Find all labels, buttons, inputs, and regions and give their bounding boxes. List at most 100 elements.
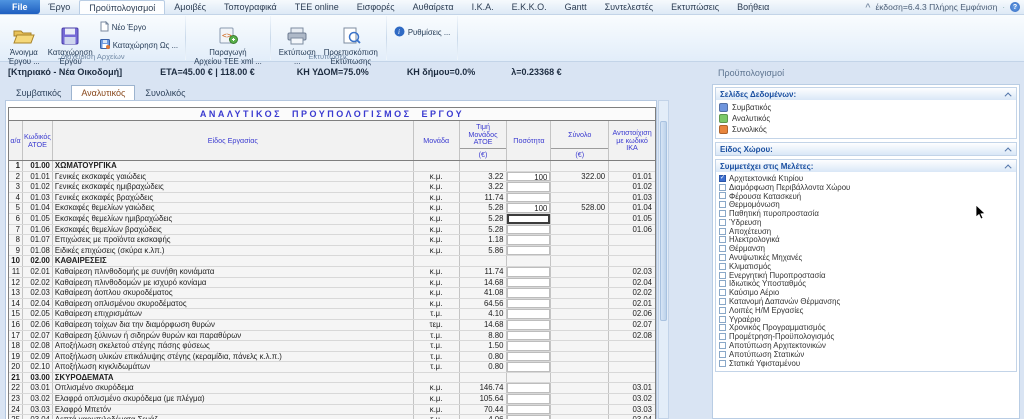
- help-icon[interactable]: ?: [1010, 2, 1020, 12]
- data-pages-header[interactable]: Σελίδες Δεδομένων:: [716, 88, 1016, 100]
- quantity-input[interactable]: [507, 331, 550, 341]
- table-row[interactable]: 11 02.01 Καθαίρεση πλινθοδομής με συνήθη…: [9, 267, 655, 278]
- study-checkbox-item[interactable]: ✓ Αρχιτεκτονικά Κτιρίου: [719, 174, 1013, 183]
- checkbox-icon[interactable]: [719, 254, 726, 261]
- table-row[interactable]: 3 01.02 Γενικές εκσκαφές ημιβραχώδεις κ.…: [9, 182, 655, 193]
- quantity-input[interactable]: [507, 362, 550, 372]
- table-row[interactable]: 20 02.10 Αποξήλωση κιγκλιδωμάτων τ.μ. 0.…: [9, 362, 655, 373]
- study-checkbox-item[interactable]: Υγραέριο: [719, 315, 1013, 324]
- table-row[interactable]: 17 02.07 Καθαίρεση ξύλινων ή σιδηρών θυρ…: [9, 331, 655, 342]
- quantity-input[interactable]: [507, 267, 550, 277]
- checkbox-icon[interactable]: [719, 351, 726, 358]
- table-row[interactable]: 24 03.03 Ελαφρό Μπετόν κ.μ. 70.44 03.03: [9, 405, 655, 416]
- table-row[interactable]: 4 01.03 Γενικές εκσκαφές βραχώδεις κ.μ. …: [9, 193, 655, 204]
- study-checkbox-item[interactable]: Κλιματισμός: [719, 262, 1013, 271]
- study-checkbox-item[interactable]: Χρονικός Προγραμματισμός: [719, 324, 1013, 333]
- study-checkbox-item[interactable]: Θερμομόνωση: [719, 200, 1013, 209]
- table-row[interactable]: 6 01.05 Εκσκαφές θεμελίων ημιβραχώδεις κ…: [9, 214, 655, 225]
- study-checkbox-item[interactable]: Αποτύπωση Στατικών: [719, 350, 1013, 359]
- quantity-input[interactable]: [507, 383, 550, 393]
- table-row[interactable]: 7 01.06 Εκσκαφές θεμελίων βραχώδεις κ.μ.…: [9, 225, 655, 236]
- quantity-input[interactable]: [507, 394, 550, 404]
- study-checkbox-item[interactable]: Στατικά Υφισταμένου: [719, 359, 1013, 368]
- table-row[interactable]: 23 03.02 Ελαφρά οπλισμένο σκυρόδεμα (με …: [9, 394, 655, 405]
- column-header[interactable]: Αντιστοίχιση με κωδικό ΙΚΑ: [609, 121, 655, 160]
- table-row[interactable]: 22 03.01 Οπλισμένο σκυρόδεμα κ.μ. 146.74…: [9, 383, 655, 394]
- save-as-button[interactable]: Καταχώρηση Ως ...: [97, 38, 181, 52]
- table-row[interactable]: 8 01.07 Επιχώσεις με προϊόντα εκσκαφής κ…: [9, 235, 655, 246]
- checkbox-icon[interactable]: [719, 333, 726, 340]
- table-row[interactable]: 16 02.06 Καθαίρεση τοίχων δια την διαμόρ…: [9, 320, 655, 331]
- menu-item-εισφορές[interactable]: Εισφορές: [348, 0, 404, 14]
- column-header[interactable]: α/α: [9, 121, 23, 160]
- collapse-chevron-icon[interactable]: [1005, 147, 1012, 154]
- legend-item[interactable]: Συμβατικός: [719, 102, 1013, 113]
- checkbox-icon[interactable]: [719, 316, 726, 323]
- column-header[interactable]: Κωδικός ΑΤΟΕ: [23, 121, 53, 160]
- new-project-button[interactable]: Νέο Έργο: [97, 20, 181, 35]
- quantity-input[interactable]: [507, 288, 550, 298]
- menu-item-έργο[interactable]: Έργο: [40, 0, 80, 14]
- quantity-input[interactable]: [507, 309, 550, 319]
- quantity-input[interactable]: [507, 320, 550, 330]
- quantity-input[interactable]: [507, 415, 550, 419]
- column-header[interactable]: Είδος Εργασίας: [53, 121, 414, 160]
- study-checkbox-item[interactable]: Ηλεκτρολογικά: [719, 236, 1013, 245]
- scrollbar-thumb[interactable]: [660, 121, 667, 321]
- checkbox-icon[interactable]: [719, 342, 726, 349]
- study-checkbox-item[interactable]: Ανυψωτικές Μηχανές: [719, 253, 1013, 262]
- checkbox-icon[interactable]: [719, 184, 726, 191]
- studies-header[interactable]: Συμμετέχει στις Μελέτες:: [716, 160, 1016, 172]
- table-row[interactable]: 21 03.00 ΣΚΥΡΟΔΕΜΑΤΑ: [9, 373, 655, 384]
- column-header[interactable]: Τιμή Μονάδος ΑΤΟΕ (€): [460, 121, 508, 160]
- checkbox-icon[interactable]: [719, 289, 726, 296]
- checkbox-icon[interactable]: [719, 280, 726, 287]
- quantity-input[interactable]: [507, 341, 550, 351]
- checkbox-icon[interactable]: [719, 210, 726, 217]
- table-row[interactable]: 18 02.08 Αποξήλωση σκελετού στέγης πάσης…: [9, 341, 655, 352]
- settings-button[interactable]: i Ρυθμίσεις ...: [391, 25, 453, 40]
- quantity-input[interactable]: [507, 182, 550, 192]
- table-row[interactable]: 1 01.00 ΧΩΜΑΤΟΥΡΓΙΚΑ: [9, 161, 655, 172]
- menu-item-αμοιβές[interactable]: Αμοιβές: [165, 0, 215, 14]
- checkbox-icon[interactable]: [719, 201, 726, 208]
- study-checkbox-item[interactable]: Αποτύπωση Αρχιτεκτονικών: [719, 341, 1013, 350]
- checkbox-icon[interactable]: [719, 298, 726, 305]
- table-row[interactable]: 15 02.05 Καθαίρεση επιχρισμάτων τ.μ. 4.1…: [9, 309, 655, 320]
- menu-item-ε-κ-κ-ο-[interactable]: Ε.Κ.Κ.Ο.: [503, 0, 556, 14]
- file-menu-button[interactable]: File: [0, 0, 40, 14]
- checkbox-icon[interactable]: [719, 245, 726, 252]
- checkbox-icon[interactable]: [719, 219, 726, 226]
- column-header[interactable]: Σύνολο (€): [551, 121, 609, 160]
- checkbox-icon[interactable]: [719, 272, 726, 279]
- table-row[interactable]: 5 01.04 Εκσκαφές θεμελίων γαιώδεις κ.μ. …: [9, 203, 655, 214]
- study-checkbox-item[interactable]: Λοιπές Η/Μ Εργασίες: [719, 306, 1013, 315]
- checkbox-icon[interactable]: [719, 360, 726, 367]
- column-header[interactable]: Ποσότητα: [507, 121, 551, 160]
- table-row[interactable]: 19 02.09 Αποξήλωση υλικών επικάλυψης στέ…: [9, 352, 655, 363]
- quantity-input[interactable]: 100: [507, 203, 550, 213]
- menu-item-gantt[interactable]: Gantt: [556, 0, 596, 14]
- table-row[interactable]: 12 02.02 Καθαίρεση πλινθοδομών με ισχυρό…: [9, 278, 655, 289]
- menu-item-τοπογραφικά[interactable]: Τοπογραφικά: [215, 0, 286, 14]
- checkbox-icon[interactable]: [719, 192, 726, 199]
- checkbox-icon[interactable]: [719, 228, 726, 235]
- study-checkbox-item[interactable]: Ύδρευση: [719, 218, 1013, 227]
- quantity-input[interactable]: [507, 225, 550, 235]
- collapse-chevron-icon[interactable]: [1005, 164, 1012, 171]
- quantity-input[interactable]: [507, 352, 550, 362]
- table-row[interactable]: 9 01.08 Ειδικές επιχώσεις (σκύρα κ.λπ.) …: [9, 246, 655, 257]
- menu-item-βοήθεια[interactable]: Βοήθεια: [728, 0, 778, 14]
- quantity-input[interactable]: [507, 278, 550, 288]
- checkbox-icon[interactable]: [719, 324, 726, 331]
- checkbox-icon[interactable]: [719, 236, 726, 243]
- vertical-scrollbar[interactable]: [658, 100, 669, 419]
- study-checkbox-item[interactable]: Φέρουσα Κατασκευή: [719, 192, 1013, 201]
- checkbox-icon[interactable]: ✓: [719, 175, 726, 182]
- quantity-input[interactable]: [507, 299, 550, 309]
- menu-item-ι-κ-α-[interactable]: Ι.Κ.Α.: [463, 0, 503, 14]
- quantity-input[interactable]: 100: [507, 172, 550, 182]
- quantity-input[interactable]: [507, 235, 550, 245]
- checkbox-icon[interactable]: [719, 307, 726, 314]
- legend-item[interactable]: Αναλυτικός: [719, 113, 1013, 124]
